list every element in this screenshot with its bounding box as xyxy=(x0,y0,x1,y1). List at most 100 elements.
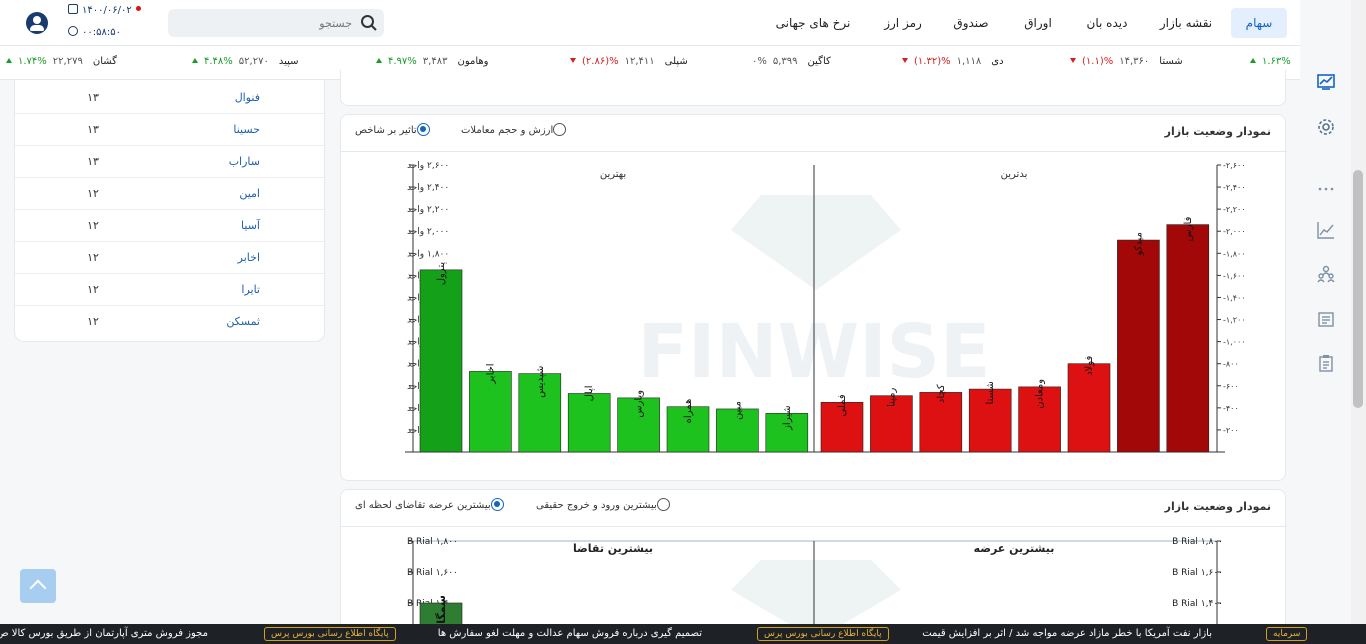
ticker-item[interactable]: ۴.۴۸% ۵۲,۲۷۰ سپید xyxy=(192,56,299,67)
list-count: ۱۲ xyxy=(87,283,99,296)
time-display: ۰۰:۵۸:۵۰ xyxy=(68,26,121,38)
list-symbol[interactable]: تایرا xyxy=(165,283,260,296)
nav-crypto[interactable]: رمز ارز xyxy=(880,8,926,38)
right-tick-label: -۱,۴۰۰ xyxy=(1223,293,1246,302)
search-box[interactable] xyxy=(168,9,384,37)
ticker-item[interactable]: ۴.۹۷% ۳,۴۸۳ وهامون xyxy=(376,56,488,67)
list-symbol[interactable]: آسیا xyxy=(165,219,260,232)
bar-label-best: پترول xyxy=(436,262,447,286)
news-item[interactable]: تصمیم گیری درباره فروش سهام عدالت و مهلت… xyxy=(438,628,702,639)
right-tick-label: -۲۰۰ xyxy=(1223,426,1239,435)
portfolio-icon[interactable] xyxy=(1317,310,1335,328)
search-icon[interactable] xyxy=(360,14,378,32)
list-symbol[interactable]: اخابر xyxy=(165,251,260,264)
right-tick-label: -۲,۶۰۰ xyxy=(1223,161,1246,170)
arrow-up-icon xyxy=(192,58,198,63)
supply-section-label: بیشترین عرضه xyxy=(974,542,1055,555)
news-source-badge[interactable]: پایگاه اطلاع رسانی بورس پرس xyxy=(757,627,889,641)
bar-label-worst: میدکو xyxy=(1133,232,1144,257)
list-symbol[interactable]: امین xyxy=(165,187,260,200)
left-tick-label: ۱,۸۰۰ B Rial xyxy=(407,537,458,547)
bar-label-best: شپدیس xyxy=(535,366,546,398)
news-source-badge[interactable]: سرمایه xyxy=(1266,627,1308,641)
ticker-name: سپید xyxy=(278,56,299,67)
bar-label-worst: شستا xyxy=(985,381,996,404)
list-symbol[interactable]: فنوال xyxy=(165,91,260,104)
arrow-down-icon xyxy=(1070,58,1076,63)
ticker-item[interactable]: (۱.۱)% ۱۴,۳۶۰ شستا xyxy=(1070,56,1183,67)
users-group-icon[interactable] xyxy=(1317,265,1335,283)
bar-label-best: همراه xyxy=(683,399,694,424)
nav-stocks[interactable]: سهام xyxy=(1231,8,1287,38)
demand-section-label: بیشترین تقاضا xyxy=(573,542,653,555)
ticker-item[interactable]: (۲.۸۶)% ۱۲,۴۱۱ شپلی xyxy=(570,56,688,67)
ticker-change: (۱.۱)% xyxy=(1082,56,1114,67)
bar-label-worst: فارس xyxy=(1183,216,1194,241)
right-tick-label: -۴۰۰ xyxy=(1223,404,1239,413)
ticker-value: ۵,۳۹۹ xyxy=(772,56,798,67)
list-item[interactable]: حسینا ۱۳ xyxy=(15,114,326,146)
more-dots-icon[interactable] xyxy=(1317,180,1335,198)
date-text: ۱۴۰۰/۰۶/۰۲ xyxy=(82,5,132,16)
ticker-item[interactable]: (۱.۳۲)% ۱,۱۱۸ دی xyxy=(902,56,1004,67)
chart-dashboard-icon[interactable] xyxy=(1317,73,1335,91)
list-item[interactable]: تایرا ۱۲ xyxy=(15,274,326,306)
search-input[interactable] xyxy=(176,13,352,33)
ticker-item[interactable]: ۰% ۵,۳۹۹ کاگین xyxy=(752,56,831,67)
left-tick-label: ۱,۸۰۰ واحد xyxy=(407,249,449,259)
news-item[interactable]: مجوز فروش متری آپارتمان از طریق بورس کال… xyxy=(0,628,208,639)
scrollbar-thumb[interactable] xyxy=(1353,170,1363,408)
ticker-change: ۰% xyxy=(752,56,767,67)
right-tick-label: -۶۰۰ xyxy=(1223,382,1239,391)
ticker-change: ۴.۴۸% xyxy=(204,56,233,67)
right-tick-label: ۱,۴۰۰ B Rial xyxy=(1172,599,1223,609)
list-item[interactable]: فنوال ۱۳ xyxy=(15,82,326,114)
ticker-value: ۲۲,۲۷۹ xyxy=(52,56,83,67)
nav-market-map[interactable]: نقشه بازار xyxy=(1156,8,1216,38)
line-chart-icon[interactable] xyxy=(1317,221,1335,239)
arrow-down-icon xyxy=(570,58,576,63)
ticker-change: ۱.۶۳% xyxy=(1262,56,1291,67)
list-item[interactable]: اخابر ۱۲ xyxy=(15,242,326,274)
settings-gear-icon[interactable] xyxy=(1317,118,1335,136)
list-symbol[interactable]: حسینا xyxy=(165,123,260,136)
ticker-item[interactable]: ۱.۷۴% ۲۲,۲۷۹ گشان xyxy=(6,56,117,67)
bar-worst xyxy=(1117,239,1160,453)
arrow-up-icon xyxy=(376,58,382,63)
list-count: ۱۲ xyxy=(87,251,99,264)
ticker-name: دی xyxy=(991,56,1004,67)
ticker-item[interactable]: ۱.۶۳% xyxy=(1250,56,1291,67)
scroll-top-button[interactable] xyxy=(20,569,56,603)
clipboard-icon[interactable] xyxy=(1317,354,1335,372)
right-tick-label: -۱,۸۰۰ xyxy=(1223,249,1246,258)
left-tick-label: ۲,۰۰۰ واحد xyxy=(407,227,449,237)
symbol-list-panel: فنوال ۱۳ حسینا ۱۳ ساراب ۱۳ امین ۱۲ آسیا ۱۲ اخ… xyxy=(14,80,326,342)
nav-funds[interactable]: صندوق xyxy=(948,8,994,38)
clock-icon xyxy=(68,26,78,36)
list-item[interactable]: ثمسکن ۱۲ xyxy=(15,306,326,338)
ticker-value: ۱۲,۴۱۱ xyxy=(624,56,655,67)
nav-bonds[interactable]: اوراق xyxy=(1018,8,1058,38)
ticker-value: ۱۴,۳۶۰ xyxy=(1119,56,1150,67)
ticker-name: شستا xyxy=(1159,56,1183,67)
user-avatar-icon[interactable] xyxy=(26,12,48,34)
left-tick-label: ۲,۲۰۰ واحد xyxy=(407,205,449,215)
news-item[interactable]: بازار نفت آمریکا با خطر مازاد عرضه مواجه… xyxy=(922,628,1212,639)
list-count: ۱۲ xyxy=(87,187,99,200)
bar-label-best: شیراز xyxy=(782,405,793,431)
nav-global-rates[interactable]: نرخ های جهانی xyxy=(770,8,856,38)
arrow-up-icon xyxy=(6,58,12,63)
list-item[interactable]: آسیا ۱۲ xyxy=(15,210,326,242)
list-symbol[interactable]: ساراب xyxy=(165,155,260,168)
list-count: ۱۲ xyxy=(87,219,99,232)
upper-card-remnant xyxy=(340,70,1286,106)
right-sidebar xyxy=(1300,0,1351,644)
list-item[interactable]: امین ۱۲ xyxy=(15,178,326,210)
list-item[interactable]: ساراب ۱۳ xyxy=(15,146,326,178)
right-tick-label: -۲,۴۰۰ xyxy=(1223,183,1246,192)
news-source-badge[interactable]: پایگاه اطلاع رسانی بورس پرس xyxy=(264,627,396,641)
live-dot xyxy=(135,6,141,11)
nav-watchlist[interactable]: دیده بان xyxy=(1080,8,1134,38)
bar-worst xyxy=(1166,224,1210,453)
list-symbol[interactable]: ثمسکن xyxy=(165,315,260,328)
